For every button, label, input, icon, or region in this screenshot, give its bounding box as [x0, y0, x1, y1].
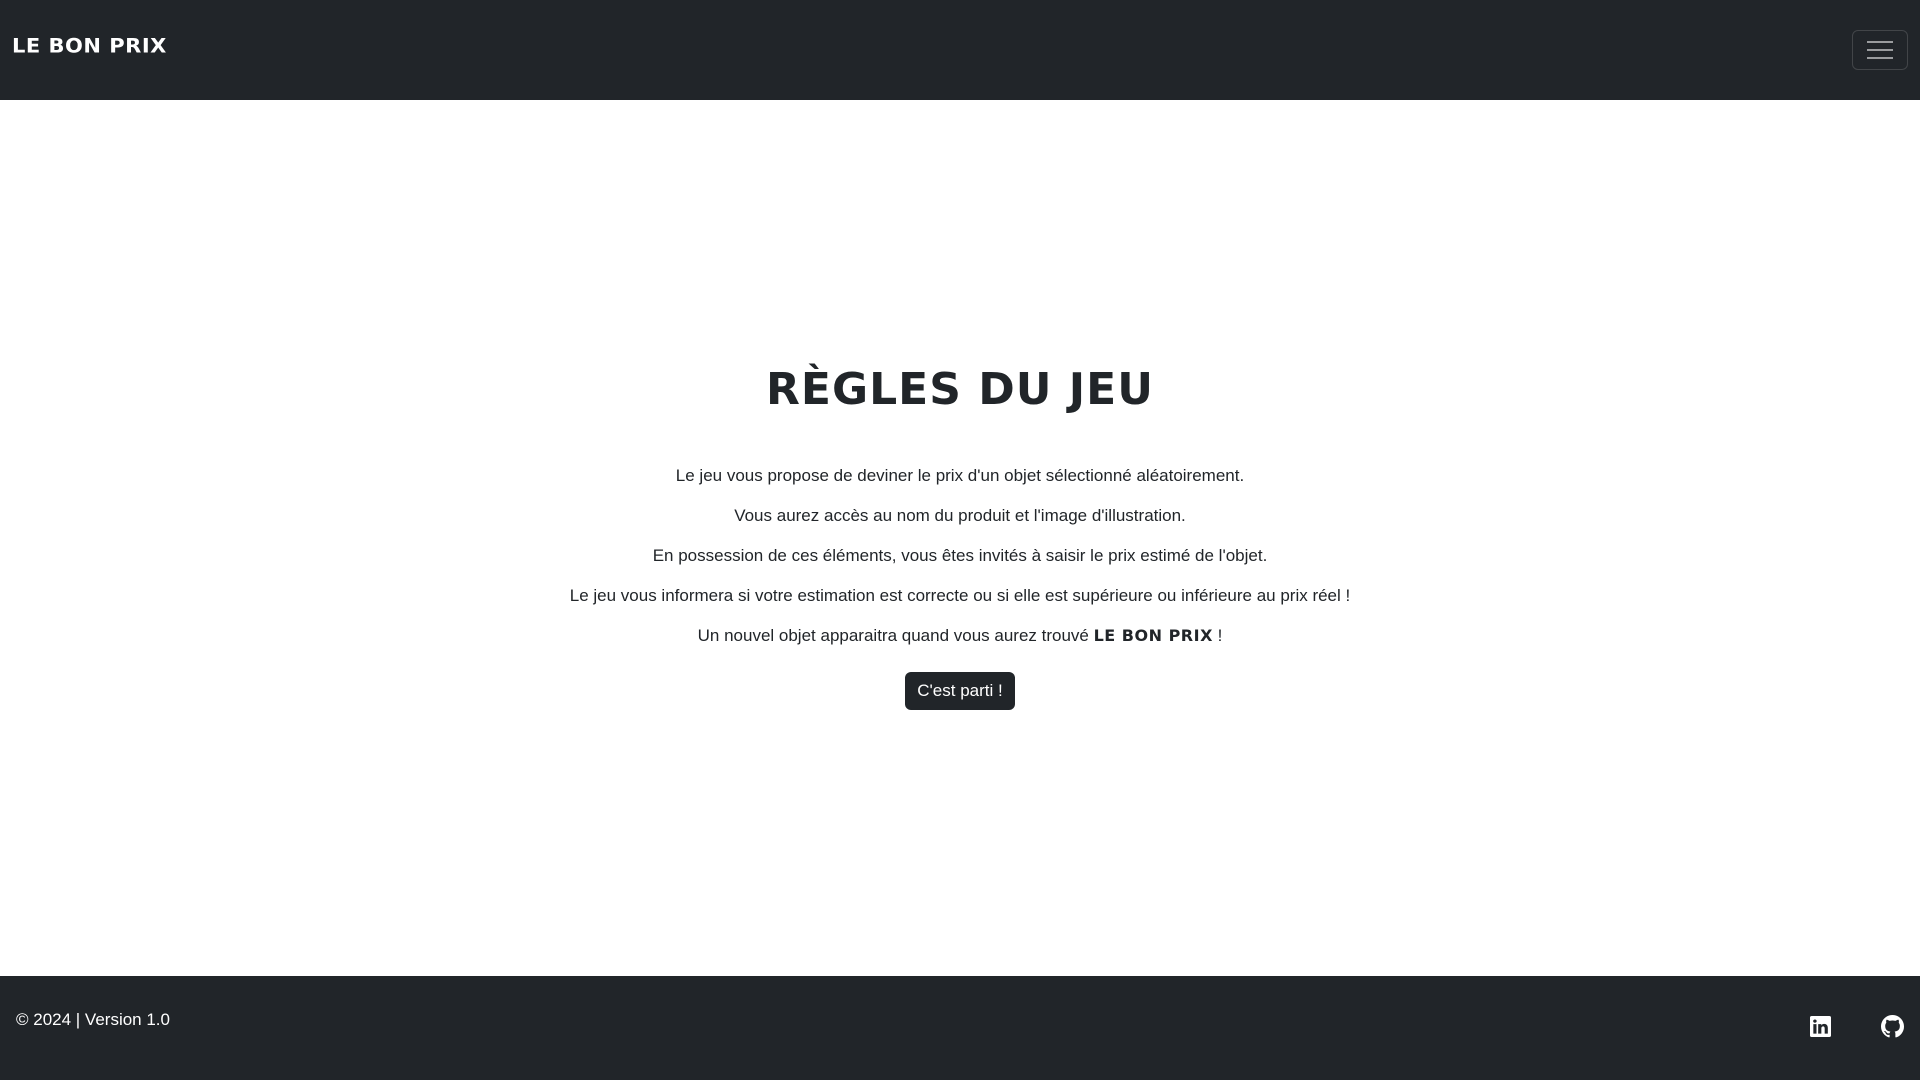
github-icon — [1880, 1015, 1904, 1043]
navbar: Le Bon Prix — [0, 0, 1920, 100]
rules-section: Règles du jeu Le jeu vous propose de dev… — [0, 100, 1920, 976]
rule-text-5-end: ! — [1212, 626, 1223, 645]
start-game-button[interactable]: C'est parti ! — [905, 672, 1015, 710]
hamburger-menu-icon — [1867, 40, 1893, 60]
inline-brand-name: Le Bon Prix — [1093, 626, 1213, 645]
rule-text-5: Un nouvel objet apparaitra quand vous au… — [0, 624, 1920, 648]
rule-text-1: Le jeu vous propose de deviner le prix d… — [675, 466, 1245, 485]
rule-text-3: En possession de ces éléments, vous êtes… — [652, 546, 1268, 565]
rule-text-5-start: Un nouvel objet apparaitra quand vous au… — [697, 626, 1094, 645]
github-link[interactable] — [1880, 1015, 1904, 1043]
brand-logo[interactable]: Le Bon Prix — [12, 35, 167, 57]
footer: © 2024 | Version 1.0 — [0, 976, 1920, 1080]
rule-text-2: Vous aurez accès au nom du produit et l'… — [734, 506, 1186, 525]
page-title: Règles du jeu — [766, 364, 1154, 415]
navbar-toggler-button[interactable] — [1852, 30, 1908, 70]
linkedin-link[interactable] — [1808, 1016, 1832, 1042]
copyright-text: © 2024 | Version 1.0 — [16, 1010, 170, 1029]
rule-text-4: Le jeu vous informera si votre estimatio… — [569, 586, 1351, 605]
linkedin-icon — [1809, 1016, 1831, 1042]
